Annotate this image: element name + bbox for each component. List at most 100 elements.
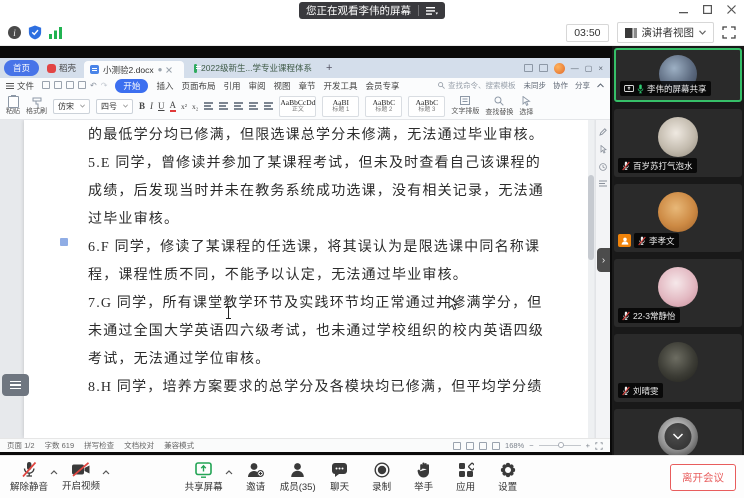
close-icon[interactable] [724, 2, 738, 16]
spell-check-button[interactable]: 拼写检查 [84, 440, 114, 451]
minimize-icon[interactable] [676, 2, 690, 16]
select-button[interactable]: 选择 [519, 96, 533, 117]
outline-list-icon[interactable] [599, 180, 607, 187]
text-layout-button[interactable]: 文字排版 [451, 96, 479, 116]
record-button[interactable]: 录制 [361, 462, 403, 493]
bold-button[interactable]: B [139, 101, 145, 111]
wps-close-icon[interactable]: × [598, 64, 603, 73]
style-heading1[interactable]: AaBI 标题 1 [322, 96, 359, 117]
tab-close-icon[interactable] [166, 67, 172, 73]
mute-options-caret[interactable] [50, 470, 58, 475]
apps-button[interactable]: 应用 [445, 462, 487, 493]
new-tab-button[interactable]: + [322, 62, 336, 74]
undo-icon[interactable]: ↶ [90, 81, 97, 90]
menu-tab-dev-tools[interactable]: 开发工具 [324, 80, 358, 92]
output-icon[interactable] [54, 81, 62, 89]
participant-tile[interactable]: 刘晴雯 [614, 334, 742, 402]
edit-pencil-icon[interactable] [599, 128, 607, 136]
command-search[interactable]: 查找命令、搜索模板 [438, 80, 516, 91]
menu-tab-review[interactable]: 审阅 [248, 80, 265, 92]
paste-button[interactable]: 粘贴 [6, 96, 20, 116]
chat-button[interactable]: 聊天 [319, 462, 361, 493]
collaborate-button[interactable]: 协作 [553, 80, 568, 91]
wps-minimize-icon[interactable]: — [571, 64, 579, 73]
share-options-caret[interactable] [225, 470, 233, 475]
pill-menu-icon[interactable] [426, 6, 438, 16]
subscript-button[interactable]: x₂ [192, 102, 198, 111]
select-arrow-icon[interactable] [600, 145, 607, 154]
view-page-icon[interactable] [453, 442, 461, 450]
number-list-icon[interactable] [219, 102, 228, 110]
italic-button[interactable]: I [150, 101, 153, 111]
view-web-icon[interactable] [466, 442, 474, 450]
members-button[interactable]: 成员(35) [277, 462, 319, 493]
share-screen-button[interactable]: 共享屏幕 [183, 462, 225, 493]
scroll-more-participants-button[interactable] [665, 423, 692, 450]
view-outline-icon[interactable] [479, 442, 487, 450]
style-heading3[interactable]: AaBbC 标题 3 [408, 96, 445, 117]
menu-tab-view[interactable]: 视图 [274, 80, 291, 92]
font-color-button[interactable]: A [170, 100, 177, 112]
style-normal[interactable]: AaBbCcDd 正文 [279, 96, 316, 117]
zoom-knob[interactable] [558, 442, 564, 448]
comment-marker-icon[interactable] [60, 238, 68, 246]
zoom-out-button[interactable]: − [529, 441, 533, 450]
menu-tab-references[interactable]: 引用 [223, 80, 240, 92]
superscript-button[interactable]: x² [181, 102, 187, 111]
fit-page-icon[interactable] [595, 442, 603, 450]
align-left-icon[interactable] [234, 102, 243, 110]
participant-tile[interactable]: 李孝文 [614, 184, 742, 252]
video-options-caret[interactable] [102, 470, 110, 475]
start-video-button[interactable]: 开启视频 [60, 462, 102, 492]
zoom-in-button[interactable]: + [586, 441, 590, 450]
view-read-icon[interactable] [492, 442, 500, 450]
redo-icon[interactable]: ↷ [101, 81, 108, 90]
print-icon[interactable] [66, 81, 74, 89]
settings-button[interactable]: 设置 [487, 462, 529, 493]
style-heading2[interactable]: AaBbC 标题 2 [365, 96, 402, 117]
word-count[interactable]: 字数 619 [45, 440, 75, 451]
signal-bars-icon[interactable] [49, 26, 63, 39]
wps-file-menu[interactable]: 文件 [6, 80, 34, 92]
shield-check-icon[interactable] [28, 25, 42, 40]
wps-grid-icon[interactable] [539, 64, 548, 72]
zoom-slider[interactable] [539, 445, 581, 447]
scrollbar-thumb[interactable] [588, 175, 594, 260]
find-replace-button[interactable]: 查找替换 [485, 96, 513, 117]
raise-hand-button[interactable]: 举手 [403, 462, 445, 493]
wps-mode-icon[interactable] [524, 64, 533, 72]
menu-tab-page-layout[interactable]: 页面布局 [181, 80, 215, 92]
wps-tab-docer[interactable]: 稻壳 [43, 62, 80, 74]
participant-tile-partial[interactable] [614, 409, 742, 455]
align-center-icon[interactable] [249, 102, 258, 110]
collapse-ribbon-icon[interactable] [597, 83, 604, 88]
justify-icon[interactable] [264, 102, 273, 110]
menu-tab-membership[interactable]: 会员专享 [366, 80, 400, 92]
wps-tab-spreadsheet[interactable]: 2022级新生...学专业课程体系 [188, 62, 318, 74]
view-mode-button[interactable]: 演讲者视图 [617, 22, 715, 43]
bullet-list-icon[interactable] [204, 102, 213, 110]
wps-tab-document[interactable]: 小测验2.docx ● [84, 61, 184, 78]
format-painter-button[interactable]: 格式刷 [26, 97, 47, 116]
share-button[interactable]: 分享 [575, 80, 590, 91]
toc-navigation-button[interactable] [2, 374, 29, 396]
font-name-select[interactable]: 仿宋 [53, 99, 90, 114]
leave-meeting-button[interactable]: 离开会议 [670, 464, 736, 491]
menu-tab-insert[interactable]: 插入 [156, 80, 173, 92]
underline-button[interactable]: U [158, 101, 165, 111]
maximize-icon[interactable] [700, 2, 714, 16]
expand-panel-button[interactable]: › [597, 248, 610, 272]
proofread-button[interactable]: 文档校对 [124, 440, 154, 451]
participant-tile[interactable]: 22-3常静怡 [614, 259, 742, 327]
wps-restore-icon[interactable]: ▢ [585, 64, 593, 73]
invite-button[interactable]: 邀请 [235, 462, 277, 493]
participant-tile-sharing[interactable]: 李伟的屏幕共享 [614, 48, 742, 102]
fullscreen-icon[interactable] [722, 26, 736, 39]
wps-account-avatar[interactable] [554, 63, 565, 74]
save-icon[interactable] [42, 81, 50, 89]
menu-tab-home[interactable]: 开始 [115, 79, 148, 93]
history-clock-icon[interactable] [599, 163, 607, 171]
zoom-level[interactable]: 168% [505, 441, 524, 450]
menu-tab-section[interactable]: 章节 [299, 80, 316, 92]
document-scrollbar[interactable] [588, 120, 594, 438]
